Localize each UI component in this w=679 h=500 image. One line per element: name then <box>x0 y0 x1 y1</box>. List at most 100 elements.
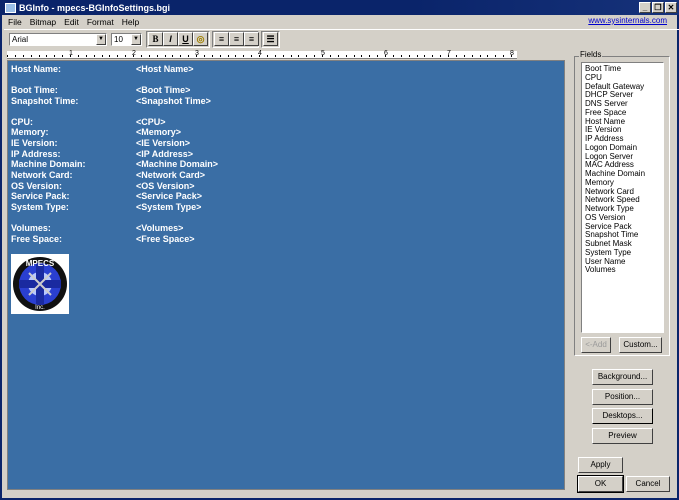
info-label: IP Address: <box>11 149 61 159</box>
ruler-tick <box>259 55 260 57</box>
info-field-token: <IE Version> <box>136 138 191 148</box>
info-label: System Type: <box>11 202 69 212</box>
ruler-tick <box>377 55 379 57</box>
ruler-tick <box>400 55 402 57</box>
ruler-tick <box>93 55 95 57</box>
ruler-tick <box>314 55 316 57</box>
info-label: Boot Time: <box>11 85 58 95</box>
ruler-tick <box>345 55 347 57</box>
info-row: Host Name: <Host Name> <box>11 64 194 75</box>
italic-button[interactable]: I <box>163 32 178 46</box>
menu-bitmap[interactable]: Bitmap <box>30 17 56 27</box>
fields-label: Fields <box>579 50 603 59</box>
field-list-item[interactable]: Volumes <box>585 265 663 275</box>
ruler-tick <box>290 55 292 57</box>
ruler-tick <box>274 55 276 57</box>
ruler-tick <box>172 55 174 57</box>
bold-button[interactable]: B <box>148 32 163 46</box>
ruler-tick <box>306 55 308 57</box>
ruler-tick <box>424 55 426 57</box>
desktops-button[interactable]: Desktops... <box>592 408 653 424</box>
ruler-tick <box>180 55 182 57</box>
app-icon <box>5 2 16 13</box>
ruler-tick <box>511 55 512 57</box>
bullet-list-icon[interactable]: ☰ <box>263 32 278 46</box>
svg-text:Inc.: Inc. <box>35 305 45 311</box>
menu-bar: File Bitmap Edit Format Help <box>4 15 679 28</box>
align-center-icon[interactable]: ≡ <box>229 32 244 46</box>
ruler-tick <box>117 55 119 57</box>
ruler-tick <box>251 55 253 57</box>
info-label: Snapshot Time: <box>11 96 79 106</box>
fields-list[interactable]: Boot Time CPU Default Gateway DHCP Server DN… <box>581 62 664 333</box>
ruler-tick <box>463 55 465 57</box>
info-row: Service Pack: <Service Pack> <box>11 191 202 202</box>
chevron-down-icon[interactable]: ▼ <box>131 34 141 45</box>
ruler-tick <box>196 55 197 57</box>
info-label: IE Version: <box>11 138 58 148</box>
format-toolbar: Arial ▼ 10 ▼ B I U ◎ ≡ ≡ ≡ ☰ <box>4 29 679 48</box>
cancel-button[interactable]: Cancel <box>626 476 670 492</box>
align-right-icon[interactable]: ≡ <box>244 32 259 46</box>
font-value: Arial <box>12 35 29 44</box>
ruler-tick <box>203 55 205 57</box>
info-row: Machine Domain: <Machine Domain> <box>11 159 218 170</box>
ok-button[interactable]: OK <box>577 475 624 493</box>
menu-edit[interactable]: Edit <box>64 17 79 27</box>
align-left-icon[interactable]: ≡ <box>214 32 229 46</box>
ruler-tick <box>227 55 229 57</box>
ruler-tick <box>361 55 363 57</box>
info-field-token: <Snapshot Time> <box>136 96 211 106</box>
ruler-tick <box>148 55 150 57</box>
font-select[interactable]: Arial ▼ <box>9 33 107 46</box>
info-row: System Type: <System Type> <box>11 202 201 213</box>
ruler-tick <box>503 55 505 57</box>
ruler-tick <box>487 55 489 57</box>
chevron-down-icon[interactable]: ▼ <box>96 34 106 45</box>
ruler-tick <box>448 55 449 57</box>
menu-help[interactable]: Help <box>122 17 139 27</box>
ruler-tick <box>38 55 40 57</box>
ruler-tick <box>282 55 284 57</box>
close-button[interactable]: ✕ <box>665 2 677 13</box>
info-field-token: <Volumes> <box>136 223 184 233</box>
add-button[interactable]: <-Add <box>581 337 611 353</box>
font-size-select[interactable]: 10 ▼ <box>111 33 142 46</box>
sysinternals-link[interactable]: www.sysinternals.com <box>588 16 667 25</box>
menu-file[interactable]: File <box>8 17 22 27</box>
underline-button[interactable]: U <box>178 32 193 46</box>
position-button[interactable]: Position... <box>592 389 653 405</box>
info-row: IE Version: <IE Version> <box>11 138 190 149</box>
ruler-tick <box>416 55 418 57</box>
font-size-value: 10 <box>114 35 123 44</box>
minimize-button[interactable]: _ <box>639 2 651 13</box>
apply-button[interactable]: Apply <box>578 457 623 473</box>
ruler-tick <box>322 55 323 57</box>
info-label: Memory: <box>11 127 49 137</box>
template-editor[interactable]: Host Name: <Host Name> Boot Time: <Boot Tim… <box>7 60 565 490</box>
info-label: Machine Domain: <box>11 159 86 169</box>
ruler-tick <box>479 55 481 57</box>
info-row: Network Card: <Network Card> <box>11 170 205 181</box>
preview-button[interactable]: Preview <box>592 428 653 444</box>
info-field-token: <Network Card> <box>136 170 206 180</box>
info-field-token: <OS Version> <box>136 181 195 191</box>
ruler-tick <box>211 55 213 57</box>
ruler-tick <box>101 55 103 57</box>
background-button[interactable]: Background... <box>592 369 653 385</box>
ruler-tick <box>125 55 127 57</box>
ruler-tick <box>298 55 300 57</box>
menu-format[interactable]: Format <box>87 17 114 27</box>
info-label: Host Name: <box>11 64 62 74</box>
ruler-tick <box>164 55 166 57</box>
info-field-token: <Memory> <box>136 127 182 137</box>
ruler-tick <box>22 55 24 57</box>
restore-button[interactable]: ❐ <box>652 2 664 13</box>
custom-button[interactable]: Custom... <box>619 337 662 353</box>
font-color-icon[interactable]: ◎ <box>193 32 208 46</box>
ruler-tick <box>133 55 134 57</box>
info-label: Service Pack: <box>11 191 70 201</box>
ruler-tick <box>156 55 158 57</box>
ruler-tick <box>70 55 71 57</box>
ruler-tick <box>188 55 190 57</box>
